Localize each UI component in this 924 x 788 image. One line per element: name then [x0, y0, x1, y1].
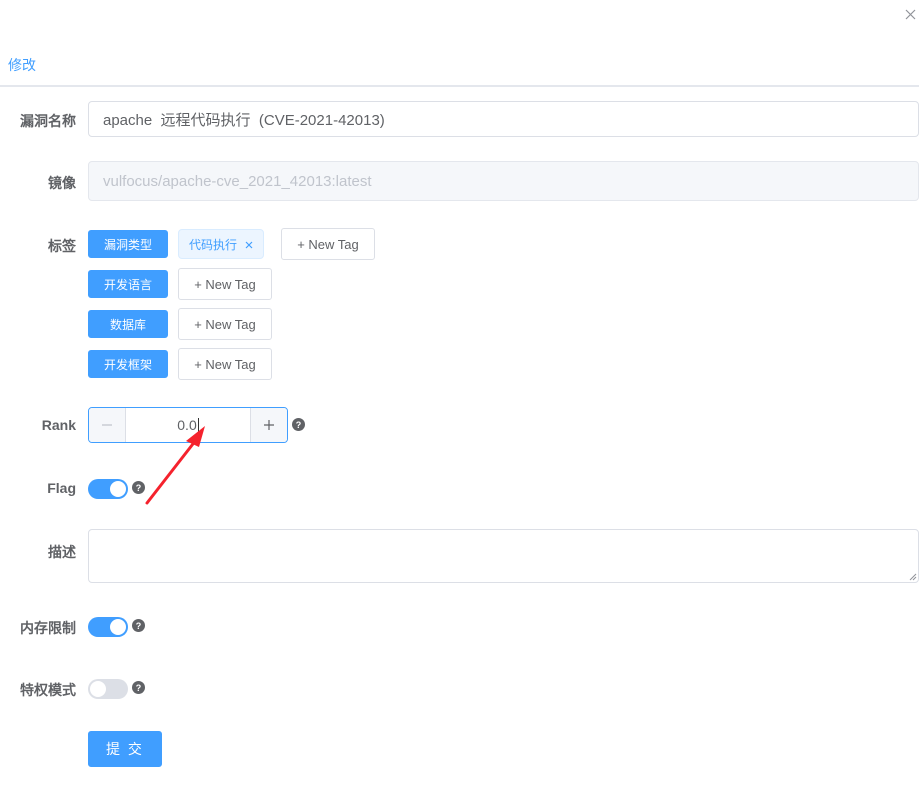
minus-icon [102, 424, 112, 426]
tab-edit[interactable]: 修改 [8, 55, 36, 75]
close-icon[interactable] [245, 238, 253, 251]
submit-button[interactable]: 提 交 [88, 731, 162, 767]
memory-limit-label: 内存限制 [20, 620, 76, 636]
vuln-name-input[interactable]: apache 远程代码执行 (CVE-2021-42013) [88, 101, 919, 137]
flag-label: Flag [47, 480, 76, 496]
rank-input[interactable]: 0.0 [126, 408, 250, 442]
tag-category-dev-framework[interactable]: 开发框架 [88, 350, 168, 378]
memory-limit-switch[interactable] [88, 617, 128, 637]
tag-chip-label: 代码执行 [189, 237, 238, 252]
close-icon [905, 9, 915, 19]
privileged-mode-switch[interactable] [88, 679, 128, 699]
rank-label: Rank [41, 417, 76, 433]
vuln-name-value: apache 远程代码执行 (CVE-2021-42013) [103, 111, 385, 129]
rank-stepper[interactable]: 0.0 [88, 407, 288, 443]
tab-bar: 修改 [0, 45, 919, 87]
new-tag-button-dev-language[interactable]: + New Tag [178, 268, 272, 300]
description-label: 描述 [48, 544, 76, 560]
rank-increment-button[interactable] [250, 408, 287, 442]
flag-switch[interactable] [88, 479, 128, 499]
rank-decrement-button[interactable] [89, 408, 126, 442]
new-tag-button-dev-framework[interactable]: + New Tag [178, 348, 272, 380]
switch-knob [110, 619, 126, 635]
image-label: 镜像 [48, 175, 76, 191]
tags-label: 标签 [48, 238, 76, 254]
text-cursor [197, 418, 199, 435]
image-placeholder: vulfocus/apache-cve_2021_42013:latest [103, 172, 372, 190]
resize-handle-icon[interactable] [909, 573, 917, 581]
dialog-close-button[interactable] [900, 4, 920, 24]
tag-category-dev-language[interactable]: 开发语言 [88, 270, 168, 298]
question-circle-icon[interactable]: ? [132, 619, 145, 632]
rank-value: 0.0 [177, 417, 197, 433]
image-input[interactable]: vulfocus/apache-cve_2021_42013:latest [88, 161, 919, 201]
new-tag-button-database[interactable]: + New Tag [178, 308, 272, 340]
tag-category-vuln-type[interactable]: 漏洞类型 [88, 230, 168, 258]
tag-chip: 代码执行 [178, 229, 265, 259]
plus-icon [264, 420, 274, 430]
switch-knob [110, 481, 126, 497]
switch-knob [90, 681, 106, 697]
privileged-mode-label: 特权模式 [20, 682, 76, 698]
question-circle-icon[interactable]: ? [132, 681, 145, 694]
question-circle-icon[interactable]: ? [292, 418, 305, 431]
vuln-name-label: 漏洞名称 [20, 113, 76, 129]
question-circle-icon[interactable]: ? [132, 481, 145, 494]
tag-category-database[interactable]: 数据库 [88, 310, 168, 338]
new-tag-button-vuln-type[interactable]: + New Tag [281, 228, 375, 260]
description-textarea[interactable] [88, 529, 919, 583]
